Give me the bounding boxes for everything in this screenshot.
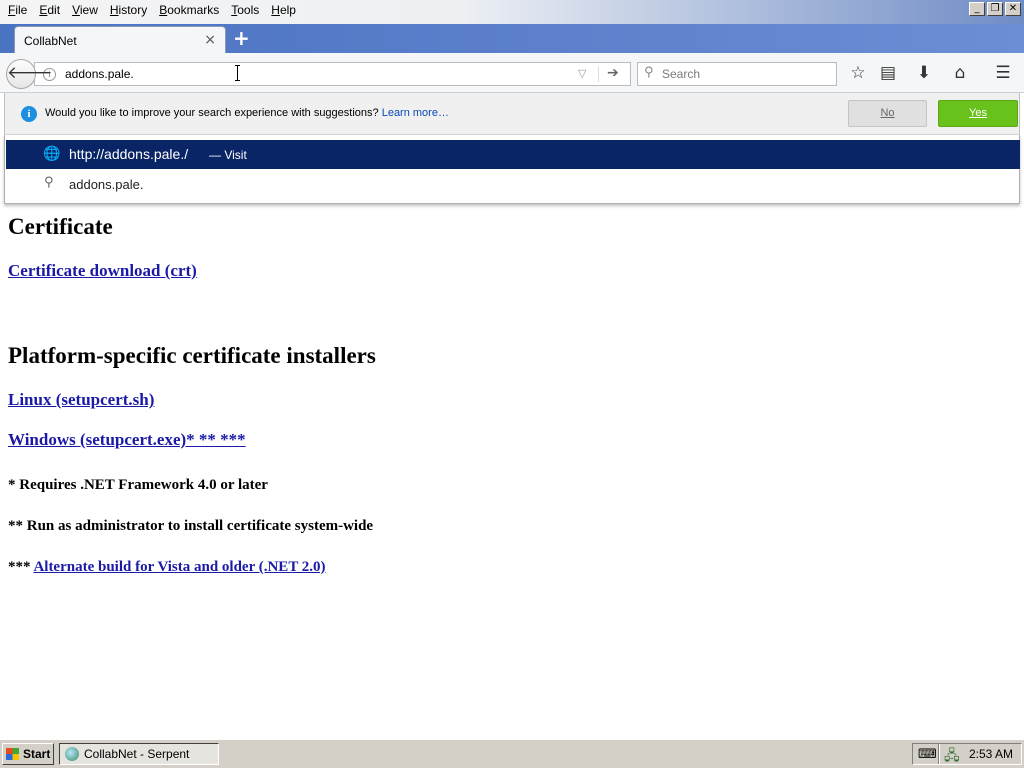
- tab-close-icon[interactable]: ×: [204, 32, 216, 48]
- note-run-as-admin: ** Run as administrator to install certi…: [8, 518, 374, 534]
- alternate-build-link[interactable]: Alternate build for Vista and older (.NE…: [33, 559, 325, 575]
- url-bar[interactable]: i ▽ ➔: [34, 62, 631, 86]
- window-controls: _ ❐ ✕: [969, 2, 1021, 16]
- note-net-framework: * Requires .NET Framework 4.0 or later: [8, 477, 268, 493]
- history-dropdown-icon[interactable]: ▽: [578, 67, 586, 80]
- serpent-browser-icon: [65, 747, 79, 761]
- globe-icon: 🌐: [43, 146, 61, 162]
- tray-divider: [938, 744, 940, 764]
- yes-button[interactable]: Yes: [938, 100, 1018, 127]
- tab-strip: CollabNet × +: [0, 24, 1024, 53]
- windows-installer-link[interactable]: Windows (setupcert.exe)* ** ***: [8, 430, 246, 450]
- minimize-button[interactable]: _: [969, 2, 985, 16]
- taskbar-item-collabnet[interactable]: CollabNet - Serpent: [59, 743, 219, 765]
- home-icon[interactable]: ⌂: [948, 61, 972, 85]
- windows-logo-icon: [6, 748, 19, 760]
- search-icon: ⚲: [644, 65, 654, 80]
- reading-list-icon[interactable]: ▤: [876, 61, 900, 85]
- back-button[interactable]: 🡐: [6, 59, 53, 89]
- keyboard-icon[interactable]: ⌨: [918, 747, 937, 762]
- menu-view[interactable]: View: [66, 3, 104, 17]
- linux-installer-link[interactable]: Linux (setupcert.sh): [8, 390, 154, 410]
- tab-collabnet[interactable]: CollabNet ×: [14, 26, 226, 53]
- autocomplete-popup: 🌐 http://addons.pale./ — Visit ⚲ addons.…: [4, 135, 1020, 204]
- text-cursor-icon: [235, 65, 241, 81]
- taskbar: Start CollabNet - Serpent ⌨ 🖧 2:53 AM: [0, 739, 1024, 768]
- go-arrow-icon[interactable]: ➔: [607, 65, 619, 81]
- heading-certificate: Certificate: [8, 214, 113, 239]
- search-suggestions-notification: i Would you like to improve your search …: [4, 93, 1020, 135]
- system-tray: ⌨ 🖧 2:53 AM: [912, 743, 1022, 765]
- autocomplete-search-row[interactable]: ⚲ addons.pale.: [6, 171, 1020, 199]
- menu-file[interactable]: File: [2, 3, 33, 17]
- note-alternate-build: *** Alternate build for Vista and older …: [8, 559, 326, 575]
- close-window-button[interactable]: ✕: [1005, 2, 1021, 16]
- downloads-icon[interactable]: ⬇: [912, 61, 936, 85]
- title-bar: File Edit View History Bookmarks Tools H…: [0, 0, 1024, 24]
- menu-edit[interactable]: Edit: [33, 3, 66, 17]
- menu-history[interactable]: History: [104, 3, 153, 17]
- certificate-download-link[interactable]: Certificate download (crt): [8, 261, 197, 281]
- maximize-button[interactable]: ❐: [987, 2, 1003, 16]
- navigation-toolbar: i ▽ ➔ 🡐 ⚲ ☆ ▤ ⬇ ⌂ ☰: [0, 53, 1024, 93]
- bookmark-star-icon[interactable]: ☆: [846, 61, 870, 85]
- tab-title: CollabNet: [24, 34, 77, 48]
- notification-text: Would you like to improve your search ex…: [45, 107, 449, 119]
- new-tab-icon[interactable]: +: [233, 28, 250, 48]
- info-icon: i: [21, 106, 37, 122]
- heading-platform-installers: Platform-specific certificate installers: [8, 343, 376, 368]
- url-input[interactable]: [65, 66, 565, 82]
- menu-bookmarks[interactable]: Bookmarks: [153, 3, 225, 17]
- menu-tools[interactable]: Tools: [225, 3, 265, 17]
- back-arrow-icon: 🡐: [7, 63, 53, 83]
- search-bar[interactable]: ⚲: [637, 62, 837, 86]
- visit-url: http://addons.pale./: [69, 146, 189, 162]
- search-icon: ⚲: [44, 175, 54, 190]
- start-button[interactable]: Start: [2, 743, 54, 765]
- visit-action-label: — Visit: [209, 148, 247, 162]
- menu-bar: File Edit View History Bookmarks Tools H…: [2, 3, 302, 17]
- clock[interactable]: 2:53 AM: [969, 747, 1013, 761]
- search-input[interactable]: [662, 67, 832, 81]
- hamburger-menu-icon[interactable]: ☰: [991, 61, 1015, 85]
- learn-more-link[interactable]: Learn more…: [382, 107, 449, 119]
- urlbar-divider: [598, 66, 599, 82]
- autocomplete-visit-row[interactable]: 🌐 http://addons.pale./ — Visit: [6, 140, 1020, 169]
- network-icon[interactable]: 🖧: [944, 745, 960, 768]
- no-button[interactable]: No: [848, 100, 927, 127]
- menu-help[interactable]: Help: [265, 3, 302, 17]
- autocomplete-search-text: addons.pale.: [69, 177, 144, 192]
